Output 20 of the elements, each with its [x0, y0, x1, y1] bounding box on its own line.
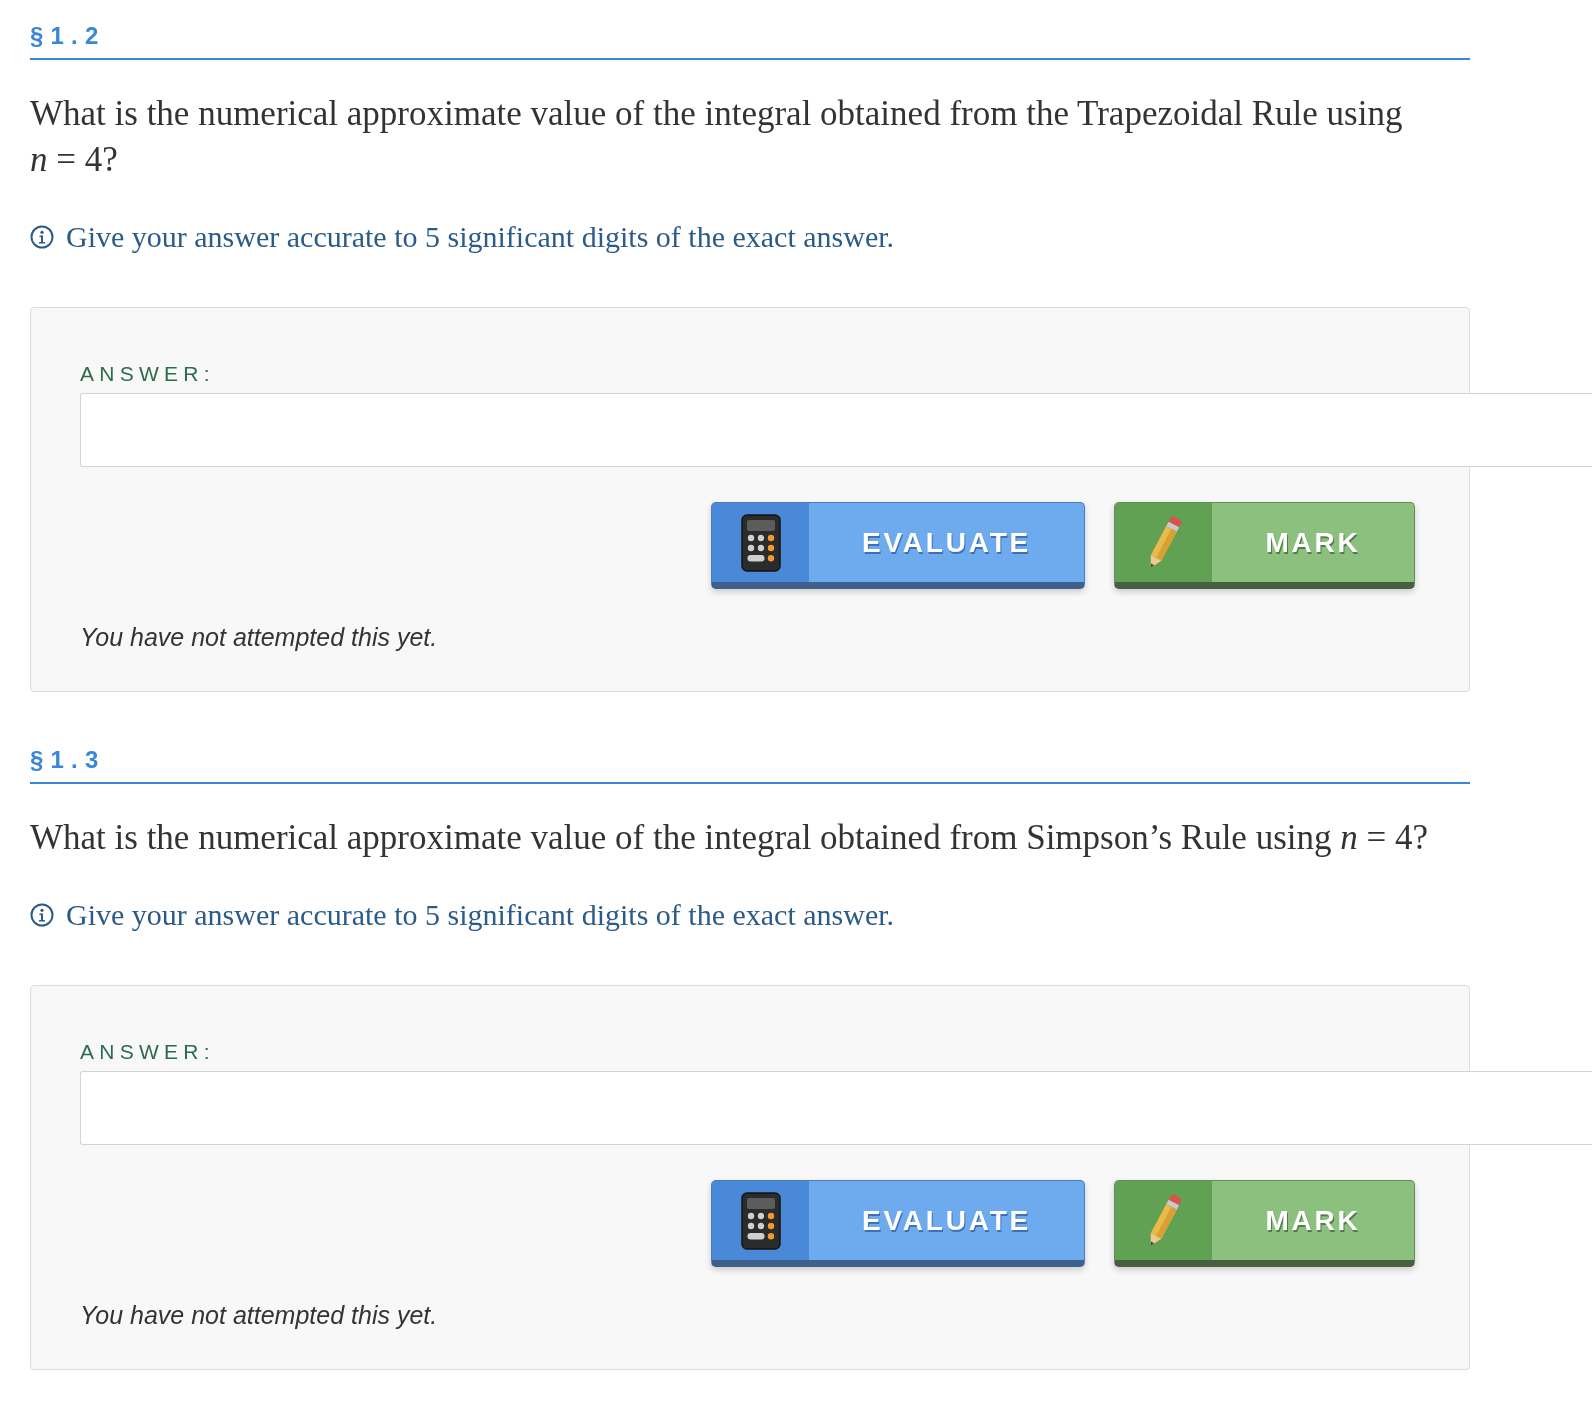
mark-button[interactable]: MARK [1114, 502, 1415, 589]
answer-label: ANSWER: [80, 361, 215, 387]
question-text: What is the numerical approximate value of the integral obtained from Simpson’s Rule using n = 4? [30, 817, 1430, 859]
hint-text: Give your answer accurate to 5 significant digits of the exact answer. [66, 219, 895, 255]
answer-label: ANSWER: [80, 1039, 215, 1065]
info-icon [30, 225, 54, 249]
question-text: What is the numerical approximate value of the integral obtained from the Trapezoidal Rule using n = 4? [30, 93, 1404, 181]
attempt-status: You have not attempted this yet. [80, 622, 438, 653]
section-heading: §1.2 [30, 21, 106, 51]
calculator-icon [740, 513, 781, 572]
evaluate-button[interactable]: EVALUATE [711, 502, 1085, 589]
attempt-status: You have not attempted this yet. [80, 1300, 438, 1331]
section-heading: §1.3 [30, 745, 106, 775]
answer-field[interactable] [80, 393, 1592, 467]
calculator-icon [740, 1191, 781, 1250]
mark-button[interactable]: MARK [1114, 1180, 1415, 1267]
hint-text: Give your answer accurate to 5 significant digits of the exact answer. [66, 897, 895, 933]
evaluate-button[interactable]: EVALUATE [711, 1180, 1085, 1267]
answer-field[interactable] [80, 1071, 1592, 1145]
info-icon [30, 903, 54, 927]
